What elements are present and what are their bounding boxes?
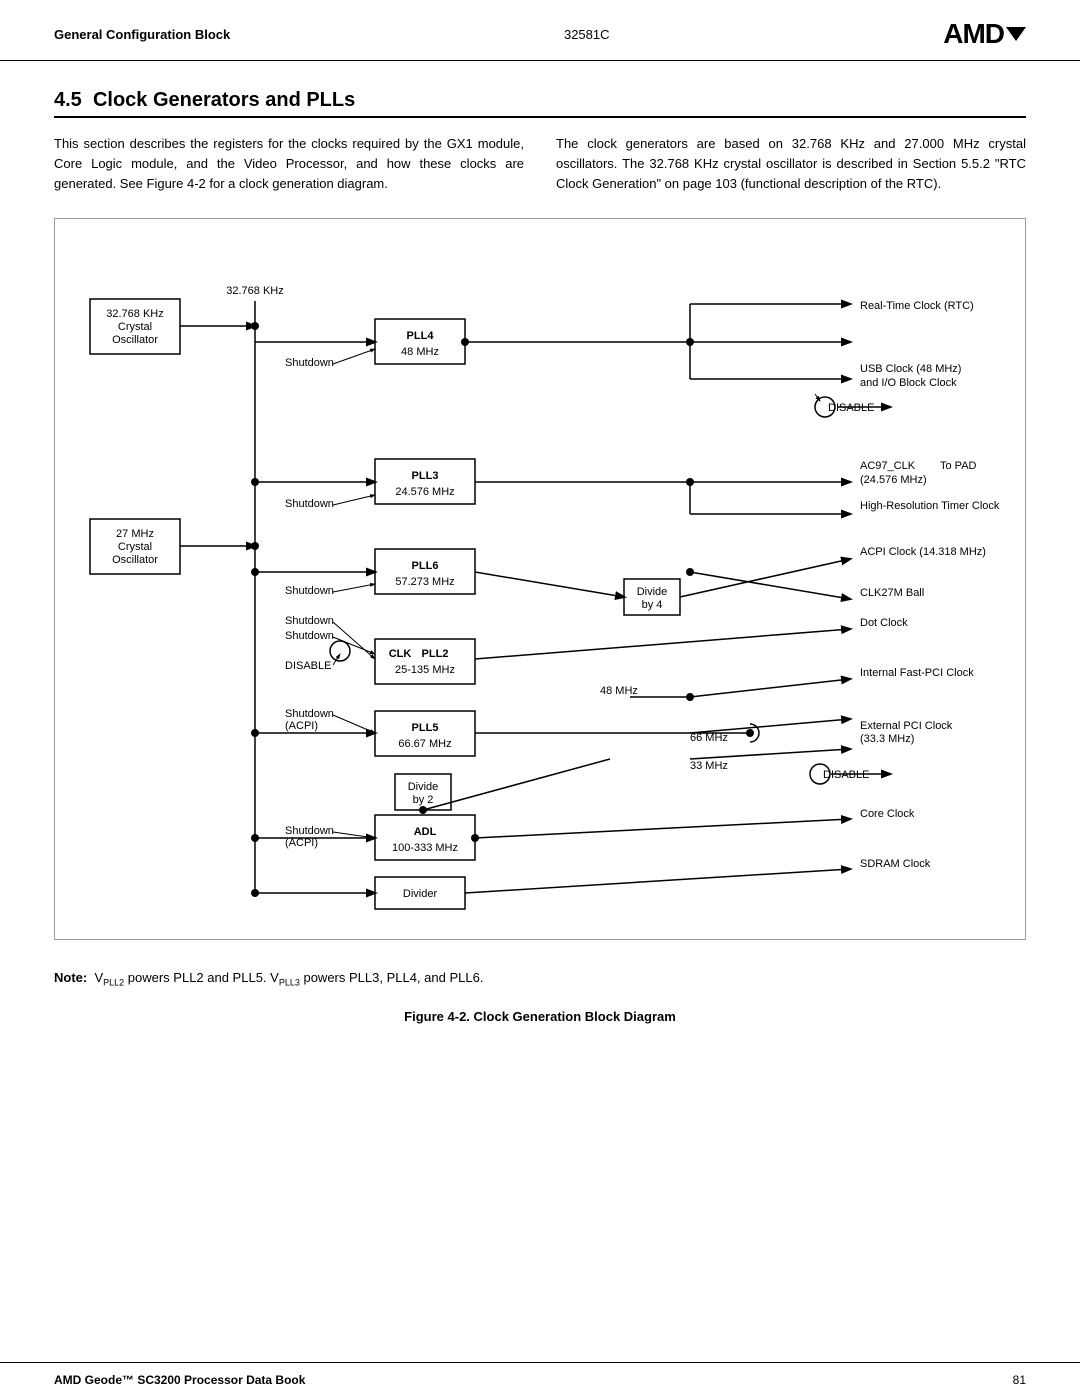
svg-text:PLL5: PLL5 [412,722,439,734]
header-section-name: General Configuration Block [54,27,230,42]
svg-text:Real-Time Clock (RTC): Real-Time Clock (RTC) [860,300,974,312]
svg-text:Crystal: Crystal [118,321,152,333]
svg-text:48 MHz: 48 MHz [600,685,638,697]
svg-text:24.576 MHz: 24.576 MHz [395,486,454,498]
intro-text: This section describes the registers for… [54,134,1026,194]
svg-text:100-333 MHz: 100-333 MHz [392,842,458,854]
svg-text:25-135 MHz: 25-135 MHz [395,664,455,676]
note-label: Note: [54,970,87,985]
svg-text:CLK27M Ball: CLK27M Ball [860,587,924,599]
footer-book-title: AMD Geode™ SC3200 Processor Data Book [54,1373,305,1387]
page-footer: AMD Geode™ SC3200 Processor Data Book 81 [0,1362,1080,1397]
svg-text:PLL6: PLL6 [412,560,439,572]
intro-col2: The clock generators are based on 32.768… [556,134,1026,194]
svg-text:Crystal: Crystal [118,541,152,553]
svg-text:32.768 KHz: 32.768 KHz [106,308,163,320]
svg-text:DISABLE: DISABLE [823,769,869,781]
svg-text:PLL3: PLL3 [412,470,439,482]
svg-text:Shutdown: Shutdown [285,585,334,597]
svg-text:To PAD: To PAD [940,460,977,472]
page: General Configuration Block 32581C AMD 4… [0,0,1080,1397]
svg-text:SDRAM Clock: SDRAM Clock [860,858,931,870]
svg-text:66.67 MHz: 66.67 MHz [398,738,451,750]
page-content: 4.5 Clock Generators and PLLs This secti… [0,61,1080,1062]
svg-text:USB Clock (48 MHz): USB Clock (48 MHz) [860,363,961,375]
svg-text:Divide: Divide [637,586,668,598]
svg-text:by 4: by 4 [642,599,663,611]
svg-text:PLL2: PLL2 [422,648,449,660]
svg-text:CLK: CLK [389,648,412,660]
intro-col1: This section describes the registers for… [54,134,524,194]
header-doc-number: 32581C [564,27,610,42]
figure-caption: Figure 4-2. Clock Generation Block Diagr… [54,1009,1026,1024]
svg-text:DISABLE: DISABLE [828,402,874,414]
svg-text:32.768 KHz: 32.768 KHz [226,285,283,297]
svg-text:Divide: Divide [408,781,439,793]
svg-text:Oscillator: Oscillator [112,334,158,346]
svg-text:by 2: by 2 [413,794,434,806]
svg-text:Oscillator: Oscillator [112,554,158,566]
page-header: General Configuration Block 32581C AMD [0,0,1080,61]
svg-text:High-Resolution Timer Clock: High-Resolution Timer Clock [860,500,1000,512]
clock-diagram: 32.768 KHz Crystal Oscillator 32.768 KHz… [70,239,1010,919]
svg-text:Shutdown: Shutdown [285,615,334,627]
svg-text:Internal Fast-PCI Clock: Internal Fast-PCI Clock [860,667,974,679]
svg-text:Shutdown: Shutdown [285,708,334,720]
svg-text:66 MHz: 66 MHz [690,732,728,744]
svg-text:(24.576 MHz): (24.576 MHz) [860,474,927,486]
svg-text:Shutdown: Shutdown [285,630,334,642]
svg-text:ADL: ADL [414,826,437,838]
svg-text:External PCI Clock: External PCI Clock [860,720,953,732]
footer-page-number: 81 [1013,1373,1026,1387]
svg-text:Shutdown: Shutdown [285,498,334,510]
svg-text:AC97_CLK: AC97_CLK [860,460,916,472]
svg-text:(ACPI): (ACPI) [285,720,318,732]
svg-text:48 MHz: 48 MHz [401,346,439,358]
amd-logo: AMD [943,18,1026,50]
svg-text:(33.3 MHz): (33.3 MHz) [860,733,914,745]
svg-text:PLL4: PLL4 [407,330,435,342]
svg-text:Core Clock: Core Clock [860,808,915,820]
note-text: Note: VPLL2 powers PLL2 and PLL5. VPLL3 … [54,968,1026,990]
svg-text:and I/O Block Clock: and I/O Block Clock [860,377,957,389]
svg-text:DISABLE: DISABLE [285,660,331,672]
diagram-container: 32.768 KHz Crystal Oscillator 32.768 KHz… [54,218,1026,940]
section-title: 4.5 Clock Generators and PLLs [54,89,1026,118]
svg-text:33 MHz: 33 MHz [690,760,728,772]
svg-text:27 MHz: 27 MHz [116,528,154,540]
svg-text:Divider: Divider [403,888,438,900]
figure-caption-text: Figure 4-2. Clock Generation Block Diagr… [404,1009,676,1024]
svg-text:ACPI Clock (14.318 MHz): ACPI Clock (14.318 MHz) [860,546,986,558]
svg-text:(ACPI): (ACPI) [285,837,318,849]
svg-text:Shutdown: Shutdown [285,825,334,837]
svg-text:Shutdown: Shutdown [285,357,334,369]
svg-text:Dot Clock: Dot Clock [860,617,908,629]
svg-text:57.273 MHz: 57.273 MHz [395,576,454,588]
